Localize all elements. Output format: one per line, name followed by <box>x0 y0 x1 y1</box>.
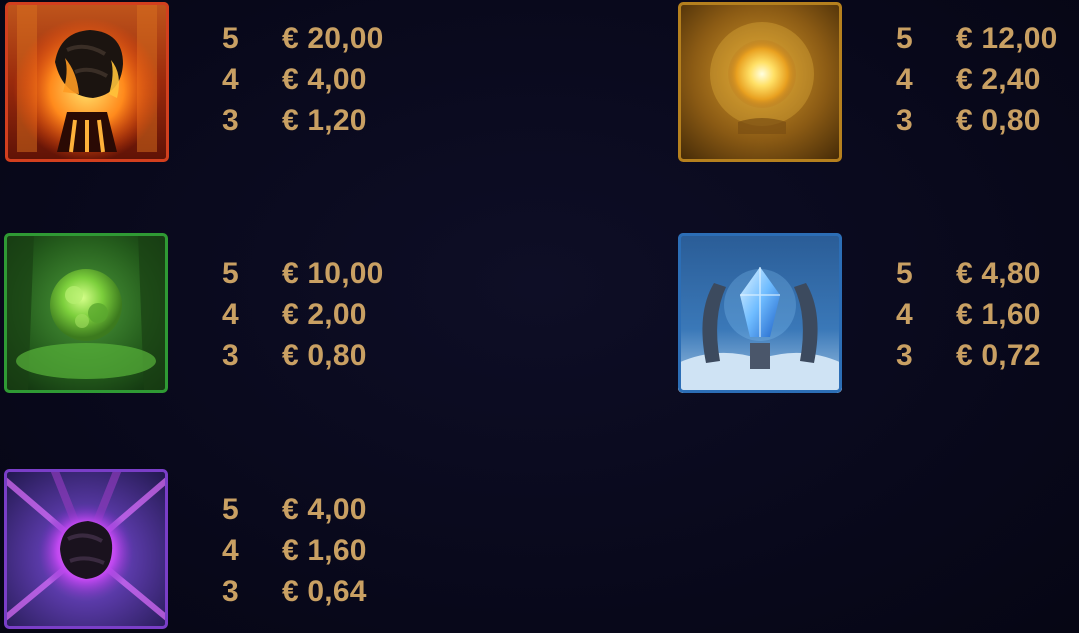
payout-row: 5 € 4,00 <box>222 489 422 530</box>
payout-row: 5 € 4,80 <box>896 253 1079 294</box>
match-count: 5 <box>222 493 239 526</box>
gold-symbol-tile <box>678 2 842 162</box>
payout-row: 3 € 0,64 <box>222 571 422 612</box>
paytable-screen: 5 € 20,00 4 € 4,00 3 € 1,20 5 € 12,00 4 … <box>0 0 1079 633</box>
gold-symbol-paytable: 5 € 12,00 4 € 2,40 3 € 0,80 <box>896 18 1079 141</box>
payout-amount: € 0,80 <box>282 339 367 372</box>
ice-crystal-icon <box>678 233 842 393</box>
payout-amount: € 4,00 <box>282 493 367 526</box>
payout-amount: € 0,80 <box>956 104 1041 137</box>
payout-amount: € 20,00 <box>282 22 384 55</box>
payout-amount: € 1,60 <box>956 298 1041 331</box>
payout-row: 3 € 0,80 <box>896 100 1079 141</box>
match-count: 4 <box>896 63 913 96</box>
payout-row: 4 € 2,00 <box>222 294 422 335</box>
dark-orb-icon <box>4 469 168 629</box>
ice-symbol-paytable: 5 € 4,80 4 € 1,60 3 € 0,72 <box>896 253 1079 376</box>
match-count: 5 <box>896 22 913 55</box>
payout-row: 5 € 10,00 <box>222 253 422 294</box>
payout-amount: € 0,64 <box>282 575 367 608</box>
fire-symbol-tile <box>5 2 169 162</box>
payout-amount: € 2,00 <box>282 298 367 331</box>
payout-row: 3 € 0,80 <box>222 335 422 376</box>
match-count: 5 <box>896 257 913 290</box>
payout-amount: € 10,00 <box>282 257 384 290</box>
payout-amount: € 0,72 <box>956 339 1041 372</box>
match-count: 5 <box>222 257 239 290</box>
fire-symbol-paytable: 5 € 20,00 4 € 4,00 3 € 1,20 <box>222 18 422 141</box>
payout-amount: € 1,60 <box>282 534 367 567</box>
match-count: 4 <box>222 534 239 567</box>
payout-row: 4 € 1,60 <box>222 530 422 571</box>
payout-amount: € 4,00 <box>282 63 367 96</box>
payout-row: 4 € 4,00 <box>222 59 422 100</box>
match-count: 3 <box>222 575 239 608</box>
match-count: 3 <box>896 104 913 137</box>
match-count: 4 <box>222 298 239 331</box>
ice-symbol-tile <box>678 233 842 393</box>
payout-amount: € 2,40 <box>956 63 1041 96</box>
payout-row: 4 € 1,60 <box>896 294 1079 335</box>
golden-orb-icon <box>678 2 842 162</box>
green-stone-icon <box>4 233 168 393</box>
purple-symbol-tile <box>4 469 168 629</box>
payout-row: 5 € 12,00 <box>896 18 1079 59</box>
match-count: 5 <box>222 22 239 55</box>
match-count: 3 <box>222 104 239 137</box>
payout-amount: € 1,20 <box>282 104 367 137</box>
match-count: 4 <box>896 298 913 331</box>
match-count: 3 <box>896 339 913 372</box>
green-symbol-tile <box>4 233 168 393</box>
payout-amount: € 4,80 <box>956 257 1041 290</box>
green-symbol-paytable: 5 € 10,00 4 € 2,00 3 € 0,80 <box>222 253 422 376</box>
match-count: 4 <box>222 63 239 96</box>
payout-row: 3 € 0,72 <box>896 335 1079 376</box>
match-count: 3 <box>222 339 239 372</box>
payout-amount: € 12,00 <box>956 22 1058 55</box>
purple-symbol-paytable: 5 € 4,00 4 € 1,60 3 € 0,64 <box>222 489 422 612</box>
molten-rock-icon <box>5 2 169 162</box>
payout-row: 5 € 20,00 <box>222 18 422 59</box>
payout-row: 3 € 1,20 <box>222 100 422 141</box>
payout-row: 4 € 2,40 <box>896 59 1079 100</box>
